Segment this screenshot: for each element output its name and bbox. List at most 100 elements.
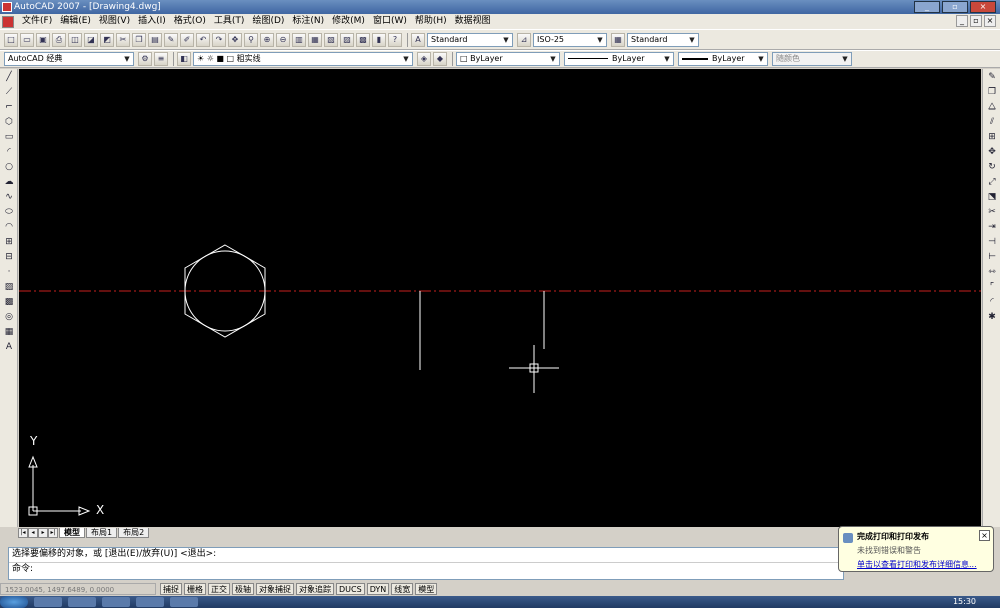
plotstyle-select[interactable]: 随颜色 ▼ (772, 52, 852, 66)
preview-icon[interactable]: ◫ (68, 32, 82, 47)
join-icon[interactable]: ⇿ (985, 266, 999, 279)
match-properties-icon[interactable]: ✎ (164, 32, 178, 47)
zoom-previous-icon[interactable]: ⊖ (276, 32, 290, 47)
make-block-icon[interactable]: ⊟ (2, 251, 16, 264)
menu-data-view[interactable]: 数据视图 (451, 14, 495, 29)
erase-icon[interactable]: ✎ (985, 71, 999, 84)
layer-previous-icon[interactable]: ◆ (433, 52, 447, 66)
fillet-icon[interactable]: ◜ (985, 296, 999, 309)
menu-edit[interactable]: 编辑(E) (56, 14, 95, 29)
markup-icon[interactable]: ▩ (356, 32, 370, 47)
cut-icon[interactable]: ✂ (116, 32, 130, 47)
line-icon[interactable]: ╱ (2, 71, 16, 84)
doc-minimize-button[interactable]: _ (956, 15, 968, 27)
polyline-icon[interactable]: ⌐ (2, 101, 16, 114)
menu-view[interactable]: 视图(V) (95, 14, 134, 29)
taskbar-app-icon[interactable] (102, 597, 130, 607)
close-button[interactable]: × (970, 1, 996, 13)
minimize-button[interactable]: _ (914, 1, 940, 13)
taskbar-app-icon[interactable] (68, 597, 96, 607)
print-icon[interactable]: ⎙ (52, 32, 66, 47)
ellipse-arc-icon[interactable]: ◠ (2, 221, 16, 234)
quickcalc-icon[interactable]: ▮ (372, 32, 386, 47)
menu-help[interactable]: 帮助(H) (411, 14, 451, 29)
pan-icon[interactable]: ✥ (228, 32, 242, 47)
help-icon[interactable]: ? (388, 32, 402, 47)
arc-icon[interactable]: ◜ (2, 146, 16, 159)
publish-icon[interactable]: ◪ (84, 32, 98, 47)
copy-object-icon[interactable]: ❐ (985, 86, 999, 99)
color-select[interactable]: □ ByLayer ▼ (456, 52, 560, 66)
doc-restore-button[interactable]: ▫ (970, 15, 982, 27)
doc-close-button[interactable]: × (984, 15, 996, 27)
zoom-realtime-icon[interactable]: ⚲ (244, 32, 258, 47)
grid-toggle[interactable]: 栅格 (184, 583, 206, 595)
multiline-text-icon[interactable]: A (2, 341, 16, 354)
mirror-icon[interactable]: ⧋ (985, 101, 999, 114)
gradient-icon[interactable]: ▩ (2, 296, 16, 309)
balloon-close-button[interactable]: × (979, 530, 990, 541)
new-icon[interactable]: □ (4, 32, 18, 47)
coordinate-readout[interactable]: 1523.0045, 1497.6489, 0.0000 (0, 583, 156, 595)
break-at-point-icon[interactable]: ⊣ (985, 236, 999, 249)
command-prompt[interactable]: 命令: (9, 562, 843, 576)
redo-icon[interactable]: ↷ (212, 32, 226, 47)
undo-icon[interactable]: ↶ (196, 32, 210, 47)
region-icon[interactable]: ◎ (2, 311, 16, 324)
extend-icon[interactable]: ⇥ (985, 221, 999, 234)
design-center-icon[interactable]: ▦ (308, 32, 322, 47)
scale-icon[interactable]: ⤢ (985, 176, 999, 189)
point-icon[interactable]: · (2, 266, 16, 279)
revision-cloud-icon[interactable]: ☁ (2, 176, 16, 189)
hatch-icon[interactable]: ▨ (2, 281, 16, 294)
tab-layout1[interactable]: 布局1 (86, 527, 118, 538)
table-style-select[interactable]: Standard ▼ (627, 32, 699, 47)
open-icon[interactable]: ▭ (20, 32, 34, 47)
rectangle-icon[interactable]: ▭ (2, 131, 16, 144)
restore-button[interactable]: ▫ (942, 1, 968, 13)
make-object-layer-current-icon[interactable]: ◈ (417, 52, 431, 66)
dyn-toggle[interactable]: DYN (366, 583, 390, 595)
explode-icon[interactable]: ✱ (985, 311, 999, 324)
menu-modify[interactable]: 修改(M) (328, 14, 369, 29)
offset-icon[interactable]: ⫽ (985, 116, 999, 129)
polar-toggle[interactable]: 极轴 (232, 583, 254, 595)
properties-icon[interactable]: ▥ (292, 32, 306, 47)
layer-states-icon[interactable]: ◧ (177, 52, 191, 66)
stretch-icon[interactable]: ⬔ (985, 191, 999, 204)
rotate-icon[interactable]: ↻ (985, 161, 999, 174)
linetype-select[interactable]: ByLayer ▼ (564, 52, 674, 66)
command-window[interactable]: 选择要偏移的对象，或 [退出(E)/放弃(U)] <退出>: 命令: (8, 547, 844, 580)
layer-select[interactable]: ☀ ☼ ■ □ 粗实线 ▼ (193, 52, 413, 66)
tab-last-button[interactable]: ▸| (48, 527, 58, 538)
lineweight-select[interactable]: ByLayer ▼ (678, 52, 768, 66)
otrack-toggle[interactable]: 对象追踪 (296, 583, 334, 595)
taskbar-app-icon[interactable] (136, 597, 164, 607)
polygon-icon[interactable]: ⬡ (2, 116, 16, 129)
table-icon[interactable]: ▦ (2, 326, 16, 339)
menu-draw[interactable]: 绘图(D) (248, 14, 288, 29)
taskbar-app-icon[interactable] (34, 597, 62, 607)
drawing-canvas[interactable]: Y X (19, 69, 981, 527)
document-icon[interactable] (2, 15, 14, 28)
spline-icon[interactable]: ∿ (2, 191, 16, 204)
tab-prev-button[interactable]: ◂ (28, 527, 38, 538)
tab-layout2[interactable]: 布局2 (118, 527, 150, 538)
osnap-toggle[interactable]: 对象捕捉 (256, 583, 294, 595)
save-icon[interactable]: ▣ (36, 32, 50, 47)
copy-icon[interactable]: ❐ (132, 32, 146, 47)
ducs-toggle[interactable]: DUCS (336, 583, 365, 595)
array-icon[interactable]: ⊞ (985, 131, 999, 144)
3d-dwf-icon[interactable]: ◩ (100, 32, 114, 47)
start-button[interactable] (0, 596, 28, 608)
block-editor-icon[interactable]: ✐ (180, 32, 194, 47)
ortho-toggle[interactable]: 正交 (208, 583, 230, 595)
tab-next-button[interactable]: ▸ (38, 527, 48, 538)
layer-manager-icon[interactable]: ≡ (154, 52, 168, 66)
text-style-select[interactable]: Standard ▼ (427, 32, 513, 47)
zoom-window-icon[interactable]: ⊕ (260, 32, 274, 47)
dim-style-select[interactable]: ISO-25 ▼ (533, 32, 607, 47)
sheet-set-icon[interactable]: ▨ (340, 32, 354, 47)
paste-icon[interactable]: ▤ (148, 32, 162, 47)
insert-block-icon[interactable]: ⊞ (2, 236, 16, 249)
